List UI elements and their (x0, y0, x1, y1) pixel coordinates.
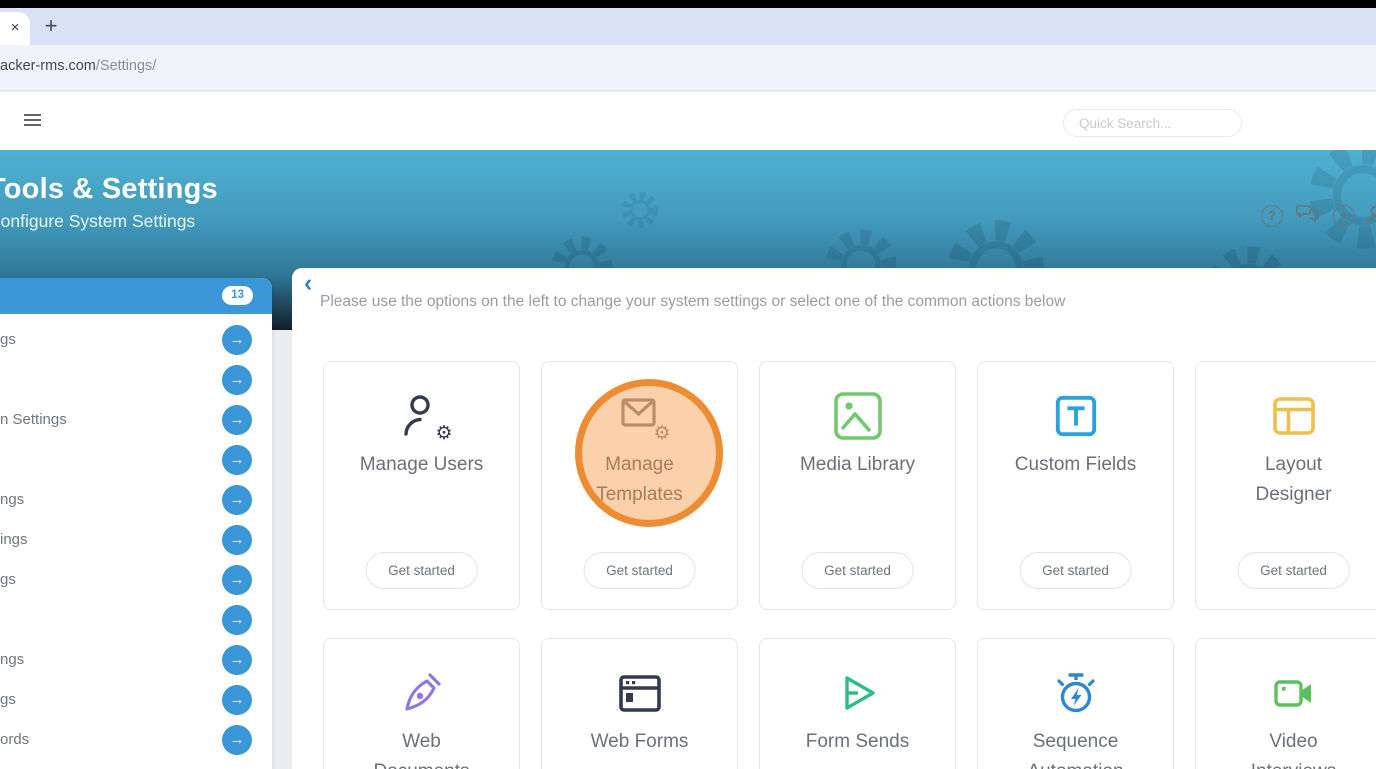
card-web-documents[interactable]: Web Documents (323, 638, 520, 769)
screen: × + acker-rms.com/Settings/ ? + (0, 0, 1376, 769)
get-started-button[interactable]: Get started (583, 552, 696, 589)
get-started-button[interactable]: Get started (1019, 552, 1132, 589)
arrow-right-icon[interactable]: → (222, 685, 252, 715)
page-title: Tools & Settings (0, 173, 218, 206)
card-title: Manage Templates (577, 450, 702, 510)
settings-menu-item[interactable]: gs→ (0, 320, 272, 360)
card-form-sends[interactable]: Form Sends (759, 638, 956, 769)
arrow-right-icon[interactable]: → (222, 405, 252, 435)
card-video-interviews[interactable]: Video Interviews (1195, 638, 1376, 769)
card-manage-templates[interactable]: ⚙ Manage Templates Get started (541, 361, 738, 610)
common-actions-row-2: Web Documents Web Forms Form Sends Seque… (323, 638, 1376, 769)
add-icon[interactable]: + (1333, 205, 1355, 227)
settings-menu-item[interactable]: gs→ (0, 560, 272, 600)
get-started-button[interactable]: Get started (1237, 552, 1350, 589)
search-input[interactable] (1063, 109, 1242, 137)
page-subtitle: Configure System Settings (0, 211, 195, 232)
card-layout-designer[interactable]: Layout Designer Get started (1195, 361, 1376, 610)
arrow-right-icon[interactable]: → (222, 485, 252, 515)
address-bar[interactable]: acker-rms.com/Settings/ (0, 45, 1376, 91)
card-title: Sequence Automation (1013, 727, 1138, 769)
card-title: Video Interviews (1231, 727, 1356, 769)
send-icon (830, 665, 886, 721)
new-tab-button[interactable]: + (36, 11, 66, 41)
settings-menu-item[interactable]: ings→ (0, 520, 272, 560)
settings-menu-header[interactable]: 13 (0, 278, 272, 314)
card-manage-users[interactable]: ⚙ Manage Users Get started (323, 361, 520, 610)
arrow-right-icon[interactable]: → (222, 445, 252, 475)
settings-menu-list: gs→ → n Settings→ → ngs→ ings→ gs→ → ngs… (0, 320, 272, 760)
common-actions-row-1: ⚙ Manage Users Get started ⚙ Manage Temp… (323, 361, 1376, 610)
image-icon (830, 388, 886, 444)
pen-nib-icon (394, 665, 450, 721)
window-top-edge (0, 0, 1376, 8)
arrow-right-icon[interactable]: → (222, 365, 252, 395)
arrow-right-icon[interactable]: → (222, 325, 252, 355)
card-media-library[interactable]: Media Library Get started (759, 361, 956, 610)
settings-menu-item[interactable]: → (0, 600, 272, 640)
settings-menu-panel: 13 gs→ → n Settings→ → ngs→ ings→ gs→ → … (0, 278, 272, 769)
browser-window-icon (612, 665, 668, 721)
instruction-text: Please use the options on the left to ch… (320, 293, 1065, 311)
page-url[interactable]: acker-rms.com/Settings/ (0, 58, 156, 74)
card-title: Web Documents (359, 727, 484, 769)
video-camera-icon (1266, 665, 1322, 721)
text-field-icon (1048, 388, 1104, 444)
card-title: Custom Fields (1013, 450, 1138, 480)
gear-decoration-icon (618, 188, 662, 232)
settings-menu-item[interactable]: ngs→ (0, 480, 272, 520)
settings-menu-item[interactable]: → (0, 440, 272, 480)
browser-tabstrip: × + (0, 8, 1376, 45)
help-icon[interactable]: ? (1261, 205, 1283, 227)
card-title: Layout Designer (1231, 450, 1356, 510)
card-title: Form Sends (795, 727, 920, 757)
user-gear-icon: ⚙ (394, 388, 450, 444)
arrow-right-icon[interactable]: → (222, 525, 252, 555)
hamburger-menu-icon[interactable] (24, 114, 41, 127)
arrow-right-icon[interactable]: → (222, 605, 252, 635)
arrow-right-icon[interactable]: → (222, 565, 252, 595)
settings-menu-item[interactable]: ngs→ (0, 640, 272, 680)
arrow-right-icon[interactable]: → (222, 645, 252, 675)
count-badge: 13 (222, 286, 253, 305)
arrow-right-icon[interactable]: → (222, 725, 252, 755)
get-started-button[interactable]: Get started (365, 552, 478, 589)
chat-icon[interactable] (1296, 204, 1320, 224)
card-title: Web Forms (577, 727, 702, 757)
user-partial-icon[interactable] (1366, 204, 1376, 228)
gear-icon: ⚙ (653, 424, 670, 443)
gear-icon: ⚙ (435, 424, 452, 443)
mail-gear-icon: ⚙ (612, 388, 668, 444)
back-icon[interactable]: ‹ (304, 268, 312, 298)
card-web-forms[interactable]: Web Forms (541, 638, 738, 769)
stopwatch-bolt-icon (1048, 665, 1104, 721)
card-custom-fields[interactable]: Custom Fields Get started (977, 361, 1174, 610)
settings-menu-item[interactable]: ords→ (0, 720, 272, 760)
card-sequence-automation[interactable]: Sequence Automation (977, 638, 1174, 769)
main-panel: ‹ Please use the options on the left to … (292, 268, 1376, 769)
card-title: Media Library (795, 450, 920, 480)
layout-icon (1266, 388, 1322, 444)
settings-menu-item[interactable]: → (0, 360, 272, 400)
tab-close-icon[interactable]: × (6, 19, 24, 37)
settings-menu-item[interactable]: gs→ (0, 680, 272, 720)
get-started-button[interactable]: Get started (801, 552, 914, 589)
app-navbar: ? + (0, 92, 1376, 150)
card-title: Manage Users (359, 450, 484, 480)
browser-tab[interactable]: × (0, 12, 30, 45)
settings-menu-item[interactable]: n Settings→ (0, 400, 272, 440)
